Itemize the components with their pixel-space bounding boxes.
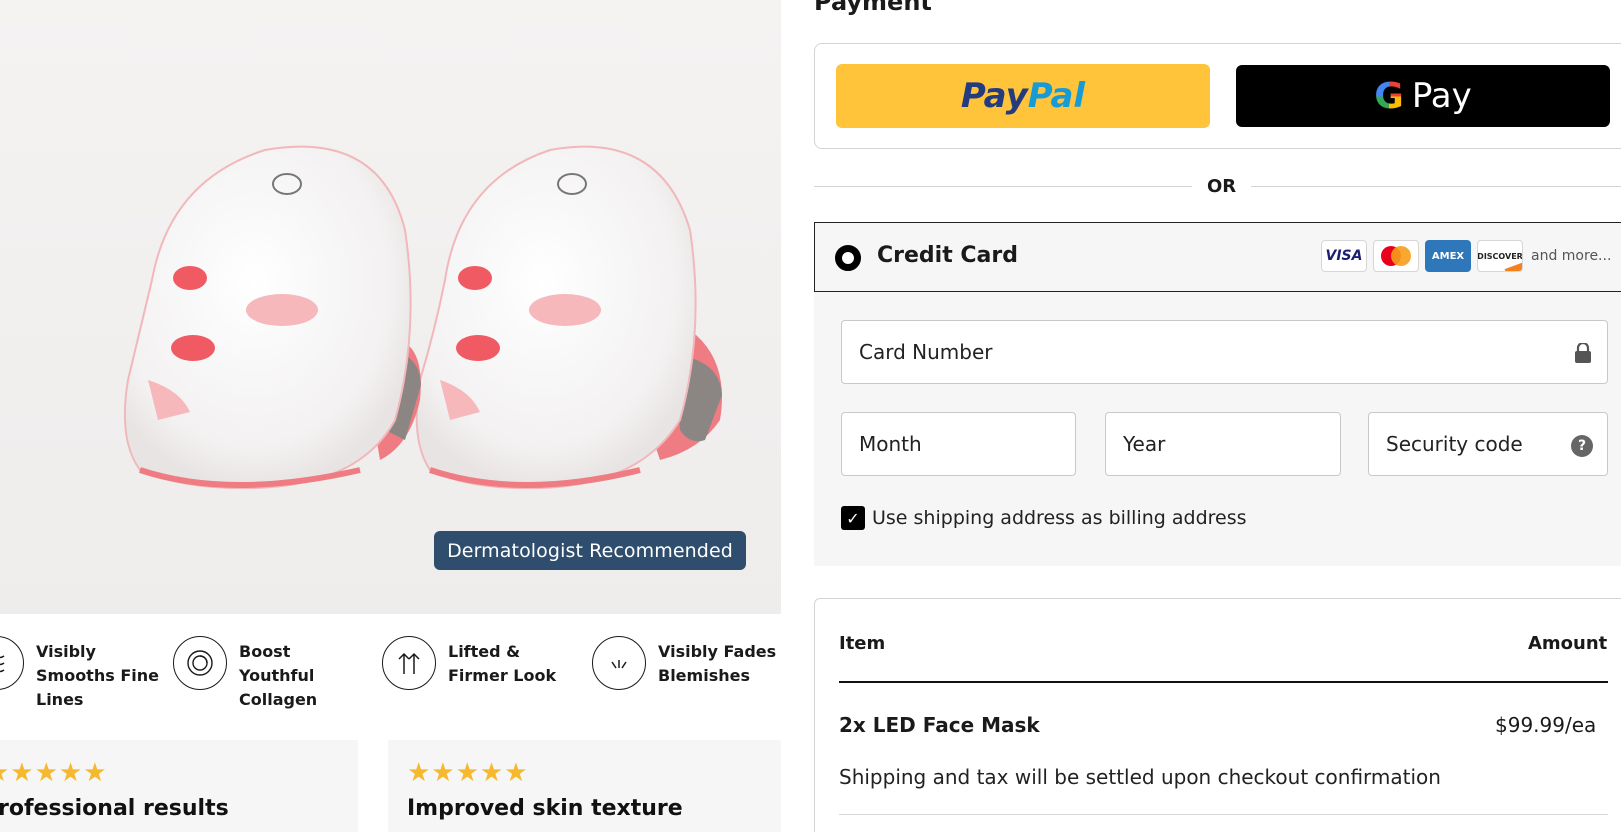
express-checkout-box: Pay Pal G Pay bbox=[814, 43, 1621, 149]
security-code-field[interactable]: Security code ? bbox=[1368, 412, 1608, 476]
dermatologist-badge: Dermatologist Recommended bbox=[434, 531, 746, 570]
divider-line bbox=[814, 186, 1192, 187]
spiral-icon bbox=[173, 636, 227, 690]
item-column-header: Item bbox=[839, 633, 886, 654]
star-rating: ★★★★★ bbox=[407, 758, 529, 788]
month-placeholder: Month bbox=[859, 432, 922, 456]
review-card: ★★★★★ rofessional results bbox=[0, 740, 358, 832]
benefit-label: Visibly Fades Blemishes bbox=[658, 642, 777, 685]
product-image: Dermatologist Recommended bbox=[0, 0, 781, 614]
google-pay-button[interactable]: G Pay bbox=[1236, 65, 1610, 127]
benefit-smooths-lines: Visibly Smooths Fine Lines bbox=[0, 636, 161, 712]
and-more-text: and more... bbox=[1531, 248, 1612, 264]
review-card: ★★★★★ Improved skin texture bbox=[388, 740, 781, 832]
mask-right bbox=[415, 145, 722, 490]
year-placeholder: Year bbox=[1123, 432, 1166, 456]
review-title: rofessional results bbox=[0, 796, 229, 821]
benefit-collagen: Boost Youthful Collagen bbox=[173, 636, 364, 712]
discover-icon: DISCOVER bbox=[1477, 240, 1523, 272]
review-title: Improved skin texture bbox=[407, 796, 683, 821]
mastercard-icon bbox=[1373, 240, 1419, 272]
mask-left bbox=[123, 145, 421, 490]
year-field[interactable]: Year bbox=[1105, 412, 1341, 476]
benefit-label: Lifted & Firmer Look bbox=[448, 642, 557, 685]
or-text: OR bbox=[1207, 176, 1237, 197]
paypal-logo-part1: Pay bbox=[960, 76, 1028, 116]
gpay-label: Pay bbox=[1411, 76, 1472, 116]
benefit-label: Boost Youthful Collagen bbox=[239, 642, 318, 709]
fade-spark-icon bbox=[592, 636, 646, 690]
billing-address-option[interactable]: ✓ Use shipping address as billing addres… bbox=[841, 506, 1247, 530]
card-number-field[interactable]: Card Number bbox=[841, 320, 1608, 384]
paypal-button[interactable]: Pay Pal bbox=[836, 64, 1210, 128]
star-rating: ★★★★★ bbox=[0, 758, 108, 788]
card-number-placeholder: Card Number bbox=[859, 340, 993, 364]
row-divider bbox=[839, 814, 1608, 815]
payment-title: Payment bbox=[814, 0, 932, 16]
lock-icon bbox=[1575, 343, 1591, 363]
benefit-lifted: Lifted & Firmer Look bbox=[382, 636, 573, 690]
benefit-fades-blemishes: Visibly Fades Blemishes bbox=[592, 636, 783, 690]
billing-checkbox[interactable]: ✓ bbox=[841, 506, 865, 530]
credit-card-radio[interactable] bbox=[835, 245, 861, 271]
amex-icon: AMEX bbox=[1425, 240, 1471, 272]
benefits-row: Visibly Smooths Fine Lines Boost Youthfu… bbox=[0, 636, 781, 716]
amount-column-header: Amount bbox=[1528, 633, 1608, 654]
wave-lines-icon bbox=[0, 636, 24, 690]
card-logos: VISA AMEX DISCOVER and more... bbox=[1321, 240, 1611, 272]
billing-label: Use shipping address as billing address bbox=[872, 507, 1247, 529]
credit-card-label: Credit Card bbox=[877, 243, 1018, 268]
item-price: $99.99/ea bbox=[1495, 713, 1597, 737]
led-mask-illustration bbox=[123, 145, 722, 490]
visa-icon: VISA bbox=[1321, 240, 1367, 272]
google-g-icon: G bbox=[1374, 75, 1404, 117]
up-arrows-icon bbox=[382, 636, 436, 690]
order-summary: Item Amount 2x LED Face Mask $99.99/ea S… bbox=[814, 598, 1621, 832]
benefit-label: Visibly Smooths Fine Lines bbox=[36, 642, 159, 709]
credit-card-form: Card Number Month Year Security code ? ✓… bbox=[814, 292, 1621, 566]
security-code-placeholder: Security code bbox=[1386, 432, 1523, 456]
or-divider: OR bbox=[814, 176, 1621, 197]
divider-line bbox=[1251, 186, 1621, 187]
shipping-note: Shipping and tax will be settled upon ch… bbox=[839, 765, 1441, 789]
help-icon[interactable]: ? bbox=[1571, 435, 1593, 457]
paypal-logo-part2: Pal bbox=[1027, 76, 1086, 116]
item-name: 2x LED Face Mask bbox=[839, 713, 1040, 737]
credit-card-option[interactable]: Credit Card VISA AMEX DISCOVER and more.… bbox=[814, 222, 1621, 292]
header-divider bbox=[839, 681, 1608, 683]
month-field[interactable]: Month bbox=[841, 412, 1076, 476]
